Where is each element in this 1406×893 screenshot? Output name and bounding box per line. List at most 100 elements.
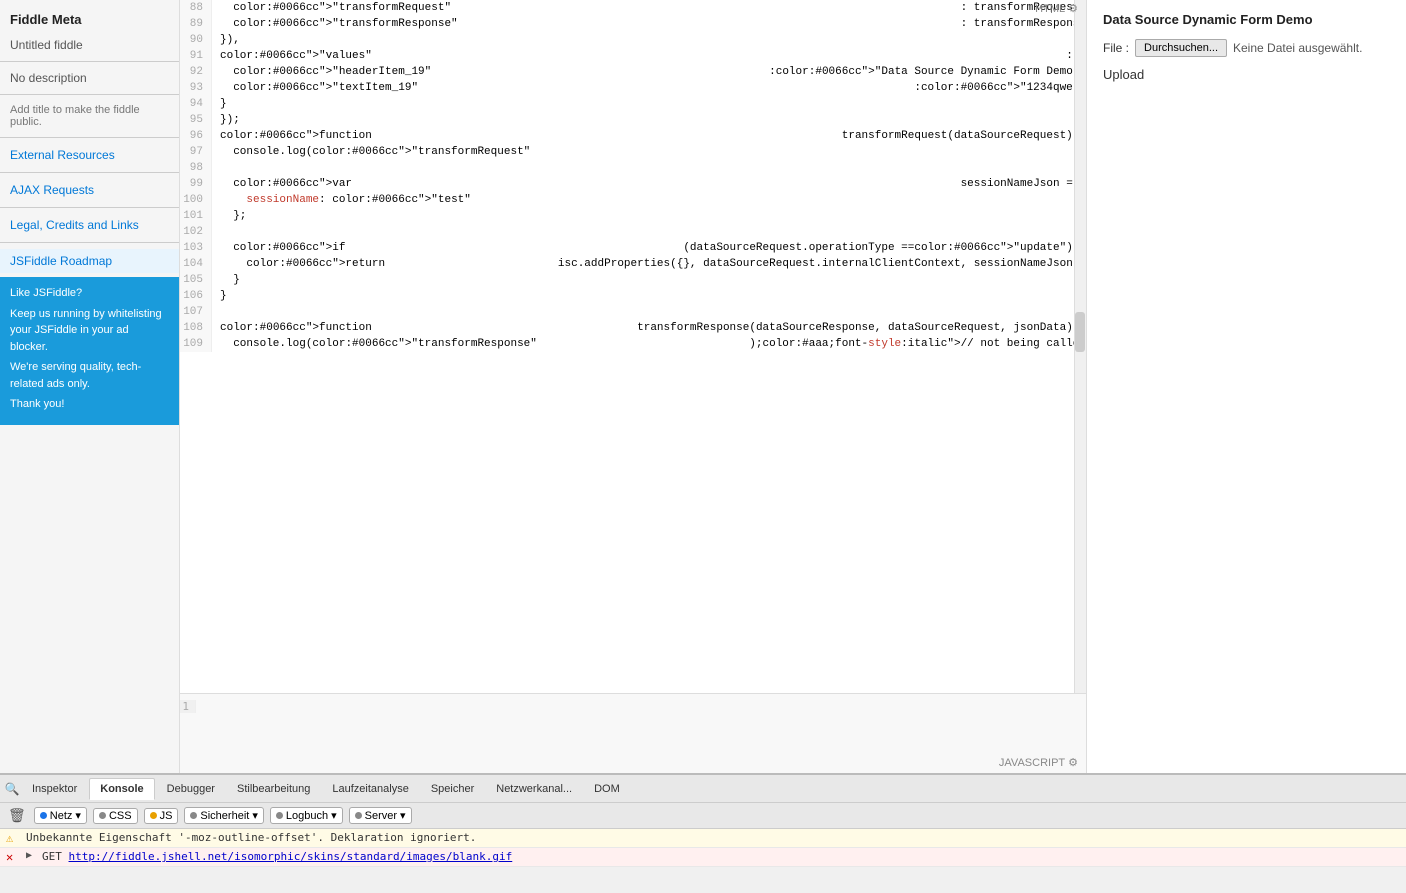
devtools-tab-stilbearbeitung[interactable]: Stilbearbeitung	[227, 779, 320, 799]
error-text: GET http://fiddle.jshell.net/isomorphic/…	[42, 850, 1400, 863]
filter-css[interactable]: CSS	[93, 808, 138, 824]
html-scrollbar[interactable]	[1074, 0, 1086, 693]
filter-clear-button[interactable]: 🗑	[6, 807, 28, 824]
line-num: 108	[180, 320, 212, 336]
sidebar-external-resources[interactable]: External Resources	[0, 144, 179, 166]
line-num: 104	[180, 256, 212, 272]
error-link[interactable]: http://fiddle.jshell.net/isomorphic/skin…	[69, 850, 513, 863]
line-num: 89	[180, 16, 212, 32]
line-num: 91	[180, 48, 212, 64]
console-row-error: ✕ ▶ GET http://fiddle.jshell.net/isomorp…	[0, 848, 1406, 867]
line-code: sessionName: color:#0066cc">"test"	[212, 192, 1079, 208]
line-code: console.log(color:#0066cc">"transformRes…	[212, 336, 749, 352]
js-gear-icon[interactable]	[1068, 756, 1078, 769]
sidebar-roadmap-link[interactable]: JSFiddle Roadmap	[0, 249, 179, 273]
html-panel: HTML 88 color:#0066cc">"transformRequest…	[180, 0, 1086, 693]
line-num: 109	[180, 336, 212, 352]
code-line-97: 97 console.log(color:#0066cc">"transform…	[180, 144, 1086, 160]
filter-sicherheit[interactable]: Sicherheit ▾	[184, 807, 263, 824]
filter-server[interactable]: Server ▾	[349, 807, 412, 824]
line-num: 90	[180, 32, 212, 48]
filter-js[interactable]: JS	[144, 808, 179, 824]
filter-netz-chevron: ▾	[75, 809, 81, 822]
filter-logbuch-dot	[276, 812, 283, 819]
line-code: color:#0066cc">"textItem_19"	[212, 80, 914, 96]
warning-text: Unbekannte Eigenschaft '-moz-outline-off…	[26, 831, 1400, 844]
warning-icon: ⚠	[6, 831, 20, 845]
right-panel: Data Source Dynamic Form Demo File : Dur…	[1086, 0, 1406, 773]
code-line-101: 101 };	[180, 208, 1086, 224]
line-num: 106	[180, 288, 212, 304]
ad-line2: We're serving quality, tech-related ads …	[10, 359, 169, 392]
sidebar-divider-5	[0, 207, 179, 208]
file-label: File :	[1103, 41, 1129, 55]
line-num: 99	[180, 176, 212, 192]
line-num: 95	[180, 112, 212, 128]
line-num: 102	[180, 224, 212, 240]
line-code: color:#0066cc">"values"	[212, 48, 1066, 64]
line-code: };	[212, 208, 1086, 224]
code-line-93: 93 color:#0066cc">"textItem_19" : color:…	[180, 80, 1086, 96]
code-line-92: 92 color:#0066cc">"headerItem_19" : colo…	[180, 64, 1086, 80]
filter-sicherheit-chevron: ▾	[252, 809, 258, 822]
sidebar-legal-credits[interactable]: Legal, Credits and Links	[0, 214, 179, 236]
browse-button[interactable]: Durchsuchen...	[1135, 39, 1227, 57]
line-code: color:#0066cc">function	[212, 128, 842, 144]
line-num: 101	[180, 208, 212, 224]
devtools-tab-konsole[interactable]: Konsole	[89, 778, 154, 800]
devtools-tab-inspektor[interactable]: Inspektor	[22, 779, 87, 799]
devtools-tab-debugger[interactable]: Debugger	[157, 779, 225, 799]
sidebar-divider-2	[0, 94, 179, 95]
line-num: 93	[180, 80, 212, 96]
devtools-tab-netzwerkanal[interactable]: Netzwerkanal...	[486, 779, 582, 799]
sidebar-ad-box: Like JSFiddle? Keep us running by whitel…	[0, 277, 179, 425]
sidebar-no-description: No description	[0, 68, 179, 88]
js-line-num: 1	[180, 700, 196, 713]
line-num: 96	[180, 128, 212, 144]
console-row-warning: ⚠ Unbekannte Eigenschaft '-moz-outline-o…	[0, 829, 1406, 848]
devtools-tab-laufzeitanalyse[interactable]: Laufzeitanalyse	[322, 779, 418, 799]
line-code: color:#0066cc">var	[212, 176, 961, 192]
code-line-108: 108color:#0066cc">function transformResp…	[180, 320, 1086, 336]
line-num: 100	[180, 192, 212, 208]
code-line-107: 107	[180, 304, 1086, 320]
console-messages: ⚠ Unbekannte Eigenschaft '-moz-outline-o…	[0, 829, 1406, 893]
line-num: 103	[180, 240, 212, 256]
no-file-text: Keine Datei ausgewählt.	[1233, 41, 1362, 55]
editor-area: HTML 88 color:#0066cc">"transformRequest…	[180, 0, 1086, 773]
code-line-91: 91color:#0066cc">"values" : {	[180, 48, 1086, 64]
code-line-99: 99 color:#0066cc">var sessionNameJson = …	[180, 176, 1086, 192]
filter-server-dot	[355, 812, 362, 819]
code-line-96: 96color:#0066cc">function transformReque…	[180, 128, 1086, 144]
devtools-tabs: 🔍 Inspektor Konsole Debugger Stilbearbei…	[0, 775, 1406, 803]
line-num: 105	[180, 272, 212, 288]
devtools-inspect-icon[interactable]: 🔍	[4, 781, 20, 797]
devtools-tab-dom[interactable]: DOM	[584, 779, 630, 799]
line-code: color:#0066cc">"headerItem_19"	[212, 64, 769, 80]
error-icon: ✕	[6, 850, 20, 864]
code-line-103: 103 color:#0066cc">if (dataSourceRequest…	[180, 240, 1086, 256]
code-line-94: 94}	[180, 96, 1086, 112]
code-line-88: 88 color:#0066cc">"transformRequest" : t…	[180, 0, 1086, 16]
html-gear-icon[interactable]	[1068, 2, 1078, 15]
filter-netz[interactable]: Netz ▾	[34, 807, 87, 824]
html-code-content[interactable]: 88 color:#0066cc">"transformRequest" : t…	[180, 0, 1086, 693]
upload-link[interactable]: Upload	[1103, 67, 1144, 82]
sidebar-ajax-requests[interactable]: AJAX Requests	[0, 179, 179, 201]
filter-js-label: JS	[160, 810, 173, 822]
line-num: 98	[180, 160, 212, 176]
html-panel-header: HTML	[1035, 2, 1078, 15]
devtools-tab-speicher[interactable]: Speicher	[421, 779, 484, 799]
code-line-109: 109 console.log(color:#0066cc">"transfor…	[180, 336, 1086, 352]
line-code: console.log(color:#0066cc">"transformReq…	[212, 144, 1073, 160]
line-code: color:#0066cc">return	[212, 256, 558, 272]
error-expand[interactable]: ▶	[26, 850, 32, 861]
line-num: 107	[180, 304, 212, 320]
js-line-1: 1	[180, 696, 1086, 716]
code-line-105: 105 }	[180, 272, 1086, 288]
filter-css-label: CSS	[109, 810, 132, 822]
code-line-98: 98	[180, 160, 1086, 176]
line-code: }	[212, 288, 1086, 304]
code-line-104: 104 color:#0066cc">return isc.addPropert…	[180, 256, 1086, 272]
filter-logbuch[interactable]: Logbuch ▾	[270, 807, 343, 824]
